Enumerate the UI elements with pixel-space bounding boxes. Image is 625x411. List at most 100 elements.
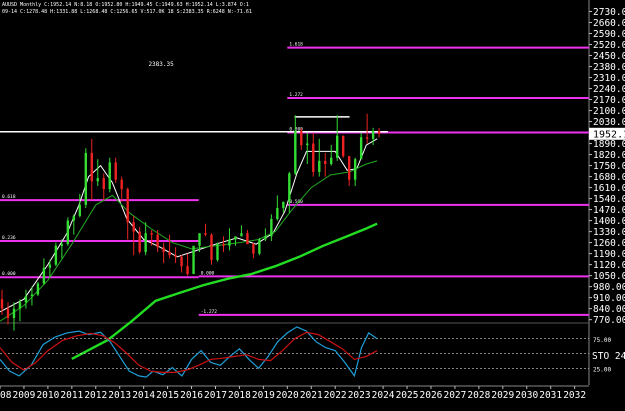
y-tick-label: 1540.00 (593, 194, 625, 205)
candle-body (240, 233, 243, 237)
x-tick-label: 2030 (515, 390, 538, 401)
fib-level-label: 0.236 (2, 235, 16, 241)
oscillator-label: STO 24 (592, 351, 625, 362)
candle-body (42, 267, 46, 284)
candle-body (156, 234, 159, 248)
candle-body (347, 156, 351, 180)
y-tick-label: 1400.00 (593, 216, 625, 227)
candle-body (228, 239, 231, 246)
candle-body (258, 239, 261, 254)
fib-level-label: 0.000 (201, 270, 215, 276)
candle-body (6, 308, 10, 319)
header-line-2: 09-14 C:1278.48 H:1331.88 L:1268.48 C:12… (2, 9, 252, 15)
candle-body (24, 296, 28, 303)
candle-body (114, 162, 117, 180)
y-tick-label: 1330.00 (593, 227, 625, 238)
x-tick-label: 2026 (420, 390, 443, 401)
x-tick-label: 2009 (12, 390, 35, 401)
x-tick-label: 2028 (467, 390, 490, 401)
y-tick-label: 2590.00 (593, 29, 625, 40)
x-tick-label: 2018 (228, 390, 251, 401)
candle-body (84, 152, 88, 205)
candle-body (377, 130, 381, 134)
candle-body (359, 137, 363, 160)
last-price-label: 1952.14 (593, 129, 625, 140)
x-tick-label: 2012 (84, 390, 107, 401)
candle-body (18, 302, 22, 309)
candle-body (132, 222, 135, 232)
candle-body (102, 178, 105, 190)
candle-body (96, 178, 99, 182)
header-line-1: AUUSD Monthly C:1952.14 N:8.18 O:1952.80… (2, 2, 249, 8)
trading-chart[interactable]: AUUSD Monthly C:1952.14 N:8.18 O:1952.80… (0, 0, 625, 407)
x-tick-label: 2032 (563, 390, 586, 401)
y-tick-label: 2100.00 (593, 106, 625, 117)
candle-body (300, 130, 303, 146)
y-tick-label: 1190.00 (593, 249, 625, 260)
candle-body (204, 233, 207, 235)
candle-body (108, 162, 111, 190)
candle-body (174, 255, 177, 257)
x-tick-label: 2013 (108, 390, 131, 401)
candle-body (234, 236, 237, 240)
y-tick-label: 1470.00 (593, 205, 625, 216)
y-tick-label: 2450.00 (593, 51, 625, 62)
candle-body (60, 244, 64, 246)
osc-ref-label: 75.00 (593, 337, 611, 344)
y-tick-label: 1610.00 (593, 183, 625, 194)
x-tick-label: 2022 (324, 390, 347, 401)
y-tick-label: 1120.00 (593, 260, 625, 271)
x-tick-label: 2015 (156, 390, 179, 401)
candle-body (252, 244, 255, 254)
candle-body (246, 233, 249, 245)
x-tick-label: 2019 (252, 390, 275, 401)
y-tick-label: 2170.00 (593, 95, 625, 106)
candle-body (0, 299, 4, 309)
fib-level-label: 0.618 (2, 194, 16, 200)
candle-body (341, 135, 345, 157)
candle-body (264, 236, 267, 240)
y-tick-label: 1750.00 (593, 161, 625, 172)
x-tick-label: 2024 (372, 390, 395, 401)
x-tick-label: 2016 (180, 390, 203, 401)
y-tick-label: 2310.00 (593, 73, 625, 84)
candle-body (365, 137, 369, 139)
y-tick-label: 2380.00 (593, 62, 625, 73)
x-tick-label: 2025 (396, 390, 419, 401)
fib-level-label: 1.272 (289, 92, 303, 98)
candle-body (48, 264, 52, 268)
fib-level-label: -1.272 (201, 309, 218, 315)
x-tick-label: 2017 (204, 390, 227, 401)
candle-body (168, 252, 171, 256)
candle-body (78, 204, 82, 216)
y-tick-label: 2660.00 (593, 18, 625, 29)
candle-body (371, 130, 375, 139)
chart-svg[interactable]: AUUSD Monthly C:1952.14 N:8.18 O:1952.80… (0, 0, 625, 407)
candle-body (282, 201, 285, 209)
y-tick-label: 840.00 (593, 304, 625, 315)
x-tick-label: 2008 (0, 390, 12, 401)
y-tick-label: 770.00 (593, 315, 625, 326)
candle-body (54, 245, 58, 265)
candle-body (222, 244, 225, 246)
chart-background (0, 0, 625, 407)
candle-body (12, 308, 16, 319)
candle-body (138, 231, 141, 253)
candle-body (318, 160, 321, 172)
candle-body (288, 173, 291, 202)
candle-body (353, 159, 357, 180)
y-tick-label: 1680.00 (593, 172, 625, 183)
y-tick-label: 2030.00 (593, 117, 625, 128)
y-tick-label: 1050.00 (593, 271, 625, 282)
x-tick-label: 2010 (36, 390, 59, 401)
x-tick-label: 2031 (539, 390, 562, 401)
candle-body (216, 244, 219, 260)
y-tick-label: 910.00 (593, 293, 625, 304)
candle-body (90, 152, 93, 182)
candle-body (72, 215, 76, 221)
candle-body (312, 143, 315, 172)
fib-level-label: 1.618 (289, 42, 303, 48)
candle-body (276, 208, 279, 220)
x-tick-label: 2029 (491, 390, 514, 401)
candle-body (324, 160, 327, 164)
